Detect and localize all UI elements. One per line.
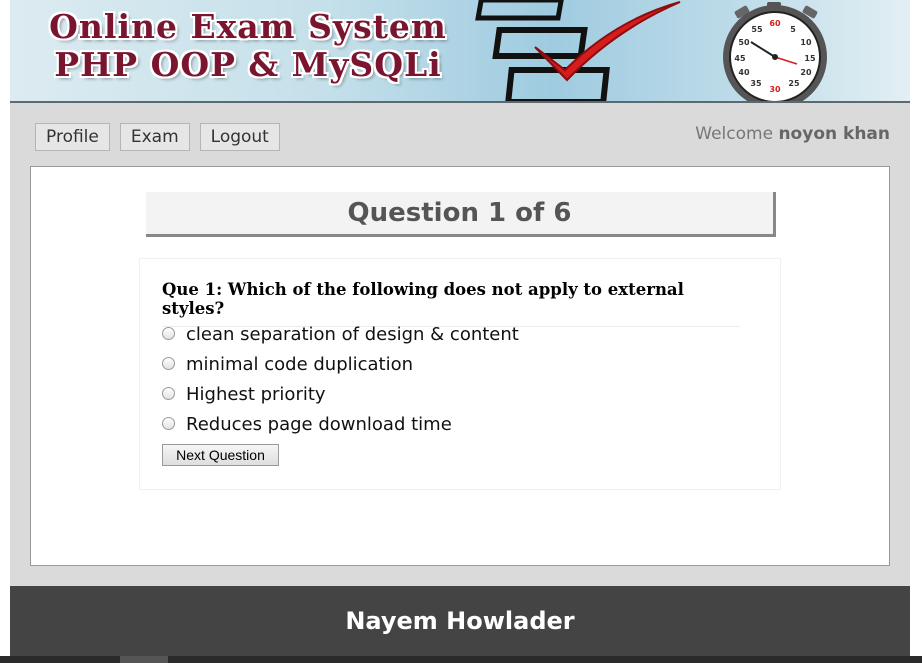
question-counter-heading: Question 1 of 6 — [146, 192, 776, 237]
radio-button[interactable] — [162, 326, 175, 340]
question-box: Que 1: Which of the following does not a… — [139, 258, 781, 490]
welcome-prefix: Welcome — [695, 124, 774, 144]
stopwatch-icon: 60 5 10 15 20 25 30 35 40 45 50 55 — [723, 2, 827, 101]
profile-link[interactable]: Profile — [35, 123, 110, 151]
header-banner: Online Exam System PHP OOP & MySQLi 60 5… — [10, 0, 910, 103]
site-title: Online Exam System PHP OOP & MySQLi — [38, 8, 458, 84]
answer-option-2[interactable]: minimal code duplication — [162, 353, 413, 375]
stopwatch-num-35: 35 — [750, 79, 762, 88]
stopwatch-num-5: 5 — [790, 25, 796, 34]
main-content: Question 1 of 6 Que 1: Which of the foll… — [30, 166, 890, 566]
answer-option-label: clean separation of design & content — [186, 323, 519, 345]
taskbar-strip — [0, 656, 922, 663]
answer-option-4[interactable]: Reduces page download time — [162, 413, 452, 435]
stopwatch-num-30: 30 — [769, 85, 781, 94]
question-text: Que 1: Which of the following does not a… — [162, 280, 740, 327]
site-title-line1: Online Exam System — [49, 7, 447, 46]
welcome-message: Welcome noyon khan — [695, 124, 890, 144]
stopwatch-num-25: 25 — [788, 79, 800, 88]
taskbar-segment — [120, 656, 168, 663]
stopwatch-num-55: 55 — [751, 25, 763, 34]
window-edge — [910, 0, 922, 663]
stopwatch-num-45: 45 — [734, 54, 746, 63]
exam-link[interactable]: Exam — [119, 123, 190, 151]
footer: Nayem Howlader — [10, 586, 910, 656]
logout-link[interactable]: Logout — [199, 123, 280, 151]
stopwatch-num-10: 10 — [800, 38, 812, 47]
stopwatch-num-50: 50 — [738, 38, 750, 47]
radio-button[interactable] — [162, 386, 175, 400]
site-title-line2: PHP OOP & MySQLi — [54, 45, 442, 84]
main-menu: Profile Exam Logout — [35, 123, 280, 151]
answer-option-label: minimal code duplication — [186, 353, 414, 375]
radio-button[interactable] — [162, 356, 175, 370]
stopwatch-num-20: 20 — [800, 68, 812, 77]
next-question-button[interactable]: Next Question — [162, 444, 279, 466]
stopwatch-num-15: 15 — [804, 54, 816, 63]
radio-button[interactable] — [162, 416, 175, 430]
answer-option-label: Highest priority — [186, 383, 326, 405]
answer-option-label: Reduces page download time — [186, 413, 452, 435]
answer-option-1[interactable]: clean separation of design & content — [162, 323, 519, 345]
stopwatch-num-60: 60 — [769, 19, 781, 28]
answer-option-3[interactable]: Highest priority — [162, 383, 326, 405]
checklist-icon — [475, 0, 681, 101]
page-wrapper: Online Exam System PHP OOP & MySQLi 60 5… — [10, 0, 910, 663]
footer-text: Nayem Howlader — [345, 607, 575, 635]
stopwatch-num-40: 40 — [738, 68, 750, 77]
welcome-username: noyon khan — [778, 124, 890, 144]
